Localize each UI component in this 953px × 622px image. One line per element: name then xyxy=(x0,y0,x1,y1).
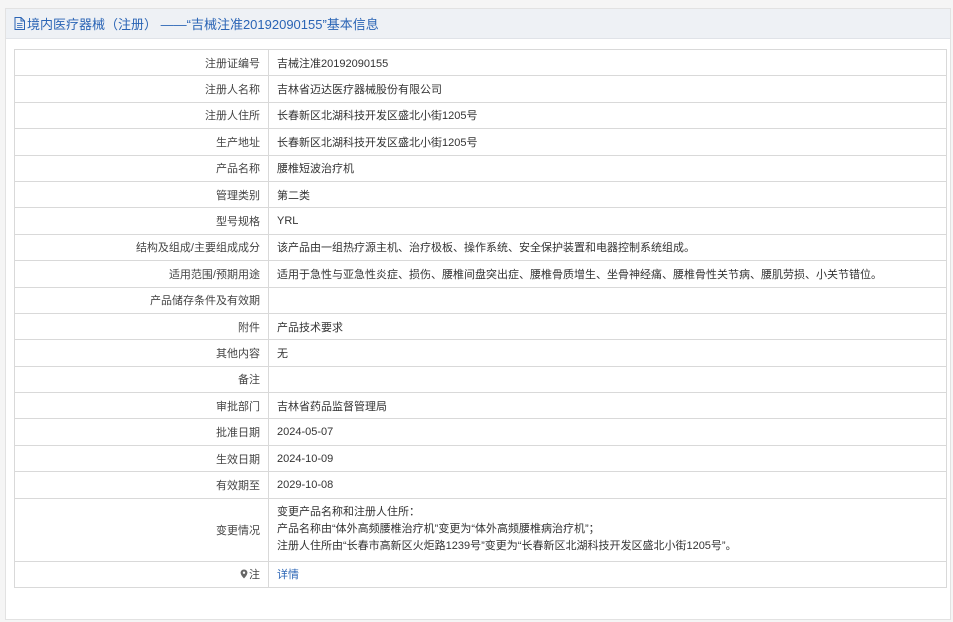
field-label: 生效日期 xyxy=(14,444,269,473)
field-value-structure: 该产品由一组热疗源主机、治疗极板、操作系统、安全保护装置和电器控制系统组成。 xyxy=(268,233,947,262)
field-label: 管理类别 xyxy=(14,180,269,209)
table-row: 产品储存条件及有效期 xyxy=(14,286,947,314)
field-label: 审批部门 xyxy=(14,392,269,420)
detail-panel: 境内医疗器械（注册） ——“吉械注准20192090155”基本信息 注册证编号… xyxy=(5,8,951,620)
table-row: 生效日期 2024-10-09 xyxy=(14,444,947,473)
table-row: 备注 xyxy=(14,365,947,394)
document-icon xyxy=(14,17,25,30)
field-label: 批准日期 xyxy=(14,418,269,446)
field-label: 产品名称 xyxy=(14,154,269,182)
table-row: 有效期至 2029-10-08 xyxy=(14,471,947,499)
field-value-note: 详情 xyxy=(268,560,947,589)
table-row: 适用范围/预期用途 适用于急性与亚急性炎症、损伤、腰椎间盘突出症、腰椎骨质增生、… xyxy=(14,260,947,288)
field-value-scope: 适用于急性与亚急性炎症、损伤、腰椎间盘突出症、腰椎骨质增生、坐骨神经痛、腰椎骨性… xyxy=(268,260,947,288)
field-value-registrant-address: 长春新区北湖科技开发区盛北小街1205号 xyxy=(268,101,947,130)
table-row: 注册人住所 长春新区北湖科技开发区盛北小街1205号 xyxy=(14,101,947,130)
change-line: 注册人住所由“长春市高新区火炬路1239号”变更为“长春新区北湖科技开发区盛北小… xyxy=(277,540,737,553)
page-title: 境内医疗器械（注册） ——“吉械注准20192090155”基本信息 xyxy=(27,17,379,32)
field-value-remarks xyxy=(268,365,947,394)
field-label: 其他内容 xyxy=(14,339,269,367)
table-row: 变更情况 变更产品名称和注册人住所： 产品名称由“体外高频腰椎治疗机”变更为“体… xyxy=(14,497,947,562)
table-row: 生产地址 长春新区北湖科技开发区盛北小街1205号 xyxy=(14,128,947,156)
field-label: 产品储存条件及有效期 xyxy=(14,286,269,314)
details-link[interactable]: 详情 xyxy=(277,569,299,581)
field-label: 有效期至 xyxy=(14,471,269,499)
field-label: 附件 xyxy=(14,312,269,341)
field-value-storage xyxy=(268,286,947,314)
field-value-model: YRL xyxy=(268,207,947,235)
field-label: 变更情况 xyxy=(14,497,269,562)
table-row: 其他内容 无 xyxy=(14,339,947,367)
table-row: 批准日期 2024-05-07 xyxy=(14,418,947,446)
field-value-other: 无 xyxy=(268,339,947,367)
table-row: 管理类别 第二类 xyxy=(14,180,947,209)
field-label: 注册人名称 xyxy=(14,75,269,103)
field-label: 生产地址 xyxy=(14,128,269,156)
field-value-approval-date: 2024-05-07 xyxy=(268,418,947,446)
field-value-approval-dept: 吉林省药品监督管理局 xyxy=(268,392,947,420)
field-value-reg-no: 吉械注准20192090155 xyxy=(268,48,947,77)
field-label: 注册证编号 xyxy=(14,48,269,77)
table-row: 注册人名称 吉林省迈达医疗器械股份有限公司 xyxy=(14,75,947,103)
field-label: 型号规格 xyxy=(14,207,269,235)
field-label: 注册人住所 xyxy=(14,101,269,130)
table-row: 注 详情 xyxy=(14,560,947,589)
table-row: 审批部门 吉林省药品监督管理局 xyxy=(14,392,947,420)
field-value-change: 变更产品名称和注册人住所： 产品名称由“体外高频腰椎治疗机”变更为“体外高频腰椎… xyxy=(268,497,947,562)
table-row: 结构及组成/主要组成成分 该产品由一组热疗源主机、治疗极板、操作系统、安全保护装… xyxy=(14,233,947,262)
location-pin-icon xyxy=(240,569,248,579)
table-row: 附件 产品技术要求 xyxy=(14,312,947,341)
field-label: 适用范围/预期用途 xyxy=(14,260,269,288)
field-value-registrant: 吉林省迈达医疗器械股份有限公司 xyxy=(268,75,947,103)
table-row: 型号规格 YRL xyxy=(14,207,947,235)
change-line: 变更产品名称和注册人住所： xyxy=(277,506,420,519)
field-label: 结构及组成/主要组成成分 xyxy=(14,233,269,262)
field-value-effective-date: 2024-10-09 xyxy=(268,444,947,473)
field-label-note: 注 xyxy=(14,560,269,589)
change-line: 产品名称由“体外高频腰椎治疗机”变更为“体外高频腰椎病治疗机”； xyxy=(277,523,600,536)
field-value-product-name: 腰椎短波治疗机 xyxy=(268,154,947,182)
title-bar: 境内医疗器械（注册） ——“吉械注准20192090155”基本信息 xyxy=(6,9,950,39)
table-row: 产品名称 腰椎短波治疗机 xyxy=(14,154,947,182)
field-value-expiry-date: 2029-10-08 xyxy=(268,471,947,499)
info-table: 注册证编号 吉械注准20192090155 注册人名称 吉林省迈达医疗器械股份有… xyxy=(14,48,947,589)
field-value-category: 第二类 xyxy=(268,180,947,209)
table-row: 注册证编号 吉械注准20192090155 xyxy=(14,48,947,77)
field-label: 备注 xyxy=(14,365,269,394)
note-label: 注 xyxy=(249,569,260,582)
field-value-attachment: 产品技术要求 xyxy=(268,312,947,341)
field-value-production-address: 长春新区北湖科技开发区盛北小街1205号 xyxy=(268,128,947,156)
